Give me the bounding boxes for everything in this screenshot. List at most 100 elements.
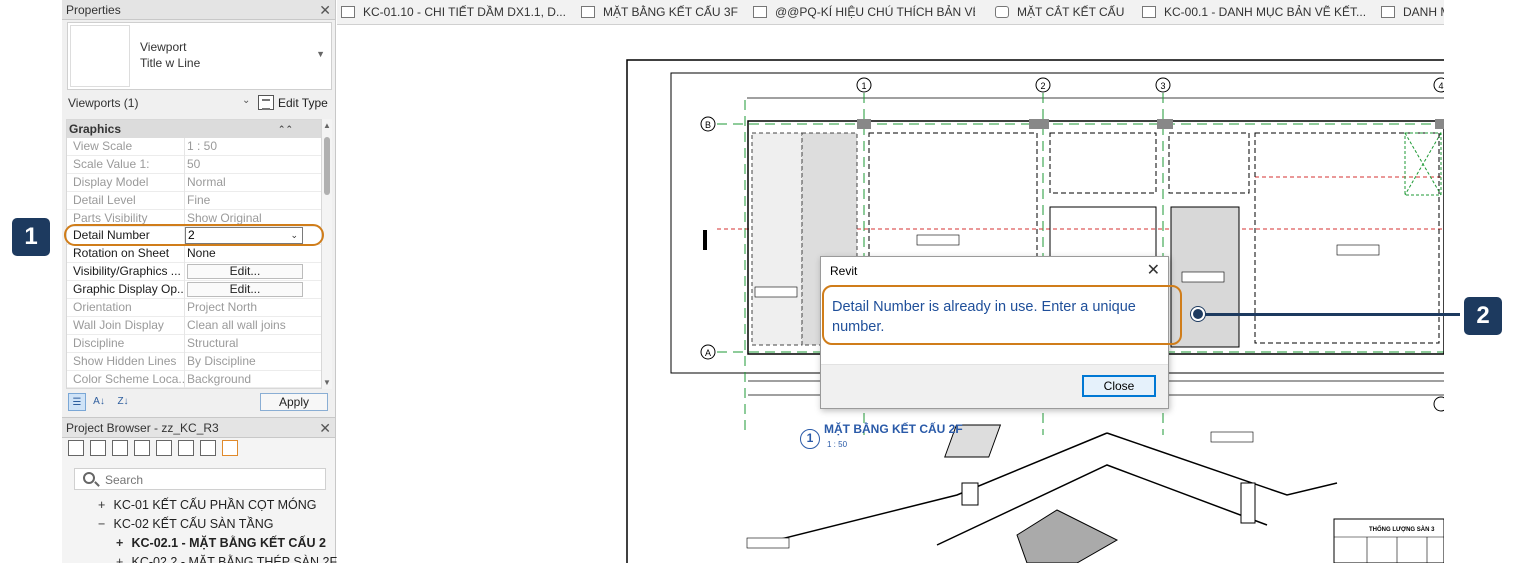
close-icon[interactable]: ✕ [319, 0, 331, 20]
callout-dot [1191, 307, 1205, 321]
sort-descending-icon[interactable]: Z↓ [114, 393, 132, 411]
property-value: 1 : 50 [187, 139, 218, 153]
instance-filter-dropdown[interactable]: Viewports (1) [68, 96, 138, 110]
scrollbar-thumb[interactable] [324, 137, 330, 195]
instance-filter-row: Viewports (1) ⌄ Edit Type [66, 92, 332, 114]
table-icon[interactable] [134, 440, 150, 456]
close-icon[interactable]: ✕ [319, 418, 331, 438]
sheet-icon [341, 6, 355, 18]
dialog-title: Revit [830, 264, 858, 278]
property-name: Detail Level [73, 191, 185, 210]
property-name: Visibility/Graphics ... [73, 263, 185, 282]
edit-type-button[interactable]: Edit Type [258, 94, 328, 112]
scroll-down-icon[interactable]: ▼ [323, 378, 331, 387]
property-row-rotation[interactable]: Rotation on Sheet None [67, 245, 321, 264]
type-name: Viewport Title w Line [140, 39, 200, 71]
property-name: Display Model [73, 173, 185, 192]
type-type: Title w Line [140, 56, 201, 70]
property-value: Background [187, 371, 252, 386]
collapse-icon[interactable]: − [98, 517, 110, 531]
apply-button[interactable]: Apply [260, 393, 328, 411]
property-name: Scale Value 1: [73, 155, 185, 174]
tag-icon[interactable] [156, 440, 172, 456]
tree-item[interactable]: + KC-02.1 - MẶT BẰNG KẾT CẤU 2 [116, 536, 326, 550]
property-name: Color Scheme Loca... [73, 370, 185, 388]
link-icon[interactable] [222, 440, 238, 456]
view-tabs: KC-01.10 - CHI TIẾT DẦM DX1.1, D... MẶT … [337, 0, 1444, 25]
properties-grid: Graphics ⌃⌃ View Scale 1 : 50 Scale Value… [66, 119, 322, 389]
properties-title-bar: Properties ✕ [62, 0, 335, 20]
chevron-down-icon[interactable]: ▼ [316, 49, 325, 59]
tab-view[interactable]: MẶT BẰNG KẾT CẤU 3F [581, 0, 739, 24]
grid-view-icon[interactable] [112, 440, 128, 456]
edit-type-icon [258, 95, 274, 110]
graphic-display-edit-button[interactable]: Edit... [187, 282, 303, 298]
tab-view[interactable]: DANH M [1381, 0, 1444, 24]
callout-badge-1: 1 [12, 218, 50, 256]
tab-view[interactable]: KC-00.1 - DANH MỤC BẢN VẼ KẾT... [1142, 0, 1368, 24]
copy-icon[interactable] [200, 440, 216, 456]
visibility-graphics-edit-button[interactable]: Edit... [187, 264, 303, 280]
edit-type-label: Edit Type [278, 96, 328, 110]
properties-panel: Properties ✕ Viewport Title w Line ▼ Vie… [62, 0, 336, 417]
categorize-icon[interactable]: ☰ [68, 393, 86, 411]
expand-icon[interactable]: + [116, 555, 128, 563]
view-title: MẶT BẰNG KẾT CẤU 2F [824, 422, 963, 436]
floor-plan-icon [581, 6, 595, 18]
tab-label: MẶT CẮT KẾT CẤU [1017, 5, 1125, 19]
property-row-hidden-lines: Show Hidden Lines By Discipline [67, 352, 321, 371]
expand-icon[interactable]: + [98, 498, 110, 512]
grid-label: 2 [1040, 81, 1045, 91]
property-row-detail-number[interactable]: Detail Number 2 ⌄ [67, 227, 321, 246]
view-title-number: 1 [800, 429, 820, 449]
tab-label: DANH M [1403, 5, 1444, 19]
close-button[interactable]: Close [1082, 375, 1156, 397]
type-preview-thumbnail [70, 25, 130, 87]
property-name: Orientation [73, 299, 185, 317]
callout-badge-2: 2 [1464, 297, 1502, 335]
tree-item[interactable]: − KC-02 KẾT CẤU SÀN TẦNG [98, 517, 273, 531]
detail-number-input[interactable]: 2 ⌄ [185, 227, 303, 245]
zoom-fit-icon[interactable] [90, 440, 106, 456]
tab-label: KC-00.1 - DANH MỤC BẢN VẼ KẾT... [1164, 5, 1367, 19]
grid-label: A [705, 348, 711, 358]
browser-search[interactable] [74, 468, 326, 490]
group-header-graphics[interactable]: Graphics ⌃⌃ [67, 120, 321, 138]
properties-scrollbar[interactable]: ▲ ▼ [322, 119, 332, 389]
property-value: Project North [187, 300, 258, 315]
chevron-down-icon[interactable]: ⌄ [290, 228, 298, 243]
home-icon[interactable] [68, 440, 84, 456]
property-row-graphic-display: Graphic Display Op... Edit... [67, 281, 321, 300]
property-row-parts-visibility: Parts Visibility Show Original [67, 209, 321, 228]
property-value[interactable]: None [187, 245, 305, 263]
property-value: By Discipline [187, 353, 256, 368]
property-value: Clean all wall joins [187, 317, 286, 332]
property-name: Parts Visibility [73, 209, 185, 228]
chevron-down-icon[interactable]: ⌄ [242, 95, 250, 106]
tab-view[interactable]: MẶT CẮT KẾT CẤU [995, 0, 1139, 24]
close-icon[interactable]: ✕ [1147, 260, 1160, 280]
sheet-icon[interactable] [178, 440, 194, 456]
property-name: Wall Join Display [73, 316, 185, 335]
properties-bottom-bar: ☰ A↓ Z↓ Apply [66, 392, 332, 414]
property-name: Rotation on Sheet [73, 245, 185, 264]
search-icon [83, 472, 95, 484]
project-browser-title: Project Browser - zz_KC_R3 [66, 421, 219, 435]
grid-label: 4 [1438, 81, 1443, 91]
collapse-icon[interactable]: ⌃⌃ [278, 120, 293, 138]
tree-item[interactable]: + KC-02.2 - MẶT BẰNG THÉP SÀN 2F [116, 555, 337, 563]
property-row-display-model: Display Model Normal [67, 173, 321, 192]
sort-ascending-icon[interactable]: A↓ [90, 393, 108, 411]
tree-item[interactable]: + KC-01 KẾT CẤU PHẦN CỌT MÓNG [98, 498, 317, 512]
search-input[interactable] [105, 472, 305, 488]
grid-label: B [705, 120, 711, 130]
legend-icon [753, 6, 767, 18]
tree-item-label: KC-02.1 - MẶT BẰNG KẾT CẤU 2 [131, 536, 326, 550]
expand-icon[interactable]: + [116, 536, 128, 550]
scroll-up-icon[interactable]: ▲ [323, 121, 331, 130]
tab-view[interactable]: @@PQ-KÍ HIỆU CHÚ THÍCH BẢN VẼ [753, 0, 975, 24]
type-selector[interactable]: Viewport Title w Line ▼ [67, 22, 332, 90]
tab-view[interactable]: KC-01.10 - CHI TIẾT DẦM DX1.1, D... [341, 0, 573, 24]
property-name: View Scale [73, 138, 185, 156]
property-value: Fine [187, 192, 211, 207]
